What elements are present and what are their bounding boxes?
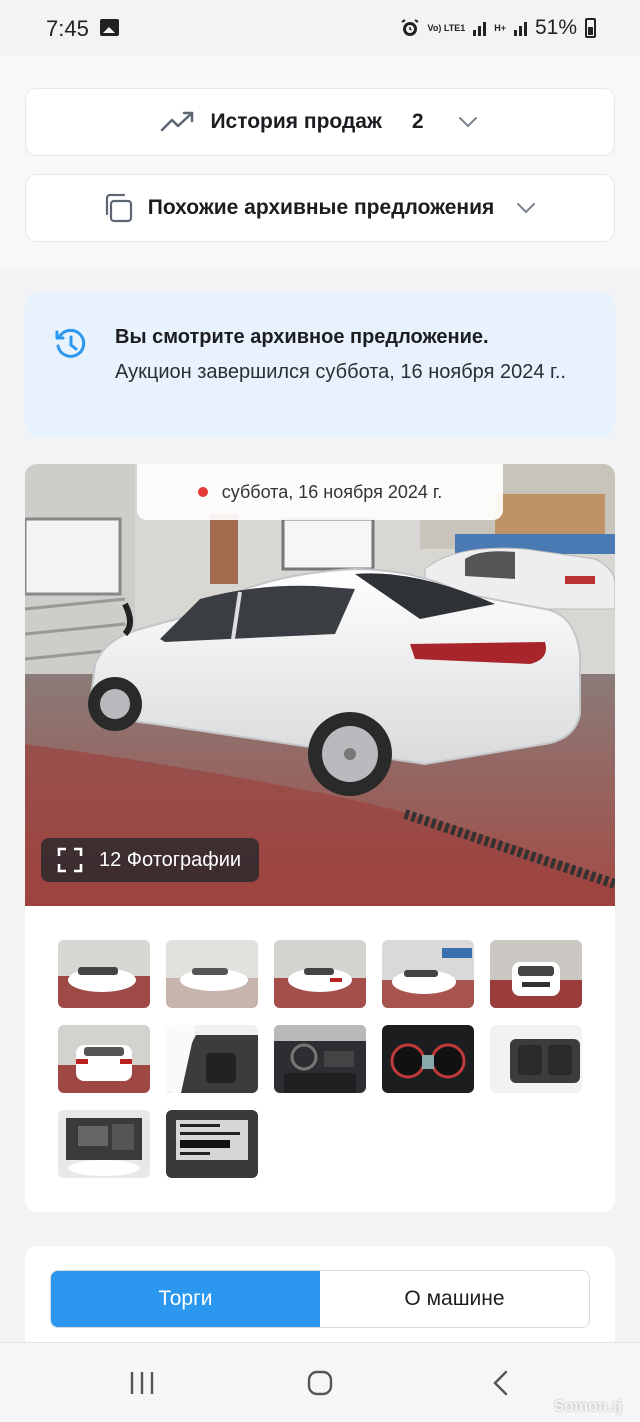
recent-apps-icon[interactable]: [128, 1369, 156, 1397]
thumbnail-1[interactable]: [58, 940, 150, 1008]
sales-history-accordion[interactable]: История продаж 2: [25, 88, 615, 156]
volte-label: Vo) LTE1: [427, 22, 466, 33]
tab-bidding[interactable]: Торги: [51, 1271, 320, 1327]
image-notification-icon: [100, 19, 119, 36]
home-icon[interactable]: [306, 1369, 334, 1397]
auction-date-pill: суббота, 16 ноября 2024 г.: [137, 464, 503, 520]
status-time: 7:45: [46, 16, 89, 41]
thumbnail-8[interactable]: [274, 1025, 366, 1093]
photo-count-button[interactable]: 12 Фотографии: [41, 838, 260, 882]
tab-about-car[interactable]: О машине: [320, 1271, 589, 1327]
thumbnail-9[interactable]: [382, 1025, 474, 1093]
thumbnail-10[interactable]: [490, 1025, 582, 1093]
sales-history-count: 2: [411, 110, 424, 133]
history-icon: [55, 328, 86, 358]
watermark-logo: Somon.tj: [553, 1398, 622, 1415]
thumbnail-6[interactable]: [58, 1025, 150, 1093]
photo-count-label: 12 Фотографии: [99, 848, 242, 871]
network-type-label: H+: [494, 22, 506, 33]
battery-icon: [585, 18, 596, 38]
battery-percent: 51%: [534, 16, 577, 39]
similar-archive-accordion[interactable]: Похожие архивные предложения: [25, 174, 615, 242]
back-icon[interactable]: [488, 1369, 516, 1397]
sales-history-label: История продаж: [210, 110, 382, 133]
trending-up-icon: [161, 111, 194, 132]
auction-date: суббота, 16 ноября 2024 г.: [221, 481, 443, 502]
alarm-icon: [400, 19, 419, 36]
thumbnail-2[interactable]: [166, 940, 258, 1008]
thumbnail-3[interactable]: [274, 940, 366, 1008]
signal-icon-2: [513, 20, 527, 36]
main-car-photo[interactable]: суббота, 16 ноября 2024 г. 12 Фотографии: [25, 464, 615, 906]
system-nav-bar: [0, 1342, 640, 1422]
fullscreen-icon: [57, 847, 83, 873]
chevron-down-icon: [517, 203, 536, 214]
chevron-down-icon: [458, 117, 477, 128]
thumbnail-5[interactable]: [490, 940, 582, 1008]
details-card: Торги О машине: [25, 1246, 615, 1346]
status-indicators: Vo) LTE1 H+ 51%: [400, 16, 596, 40]
similar-archive-label: Похожие архивные предложения: [147, 196, 495, 219]
archive-notice-body: Аукцион завершился суббота, 16 ноября 20…: [115, 361, 566, 383]
thumbnail-7[interactable]: [166, 1025, 258, 1093]
live-dot-icon: [197, 487, 208, 497]
segmented-tabs: Торги О машине: [50, 1270, 590, 1328]
archive-notice-title: Вы смотрите архивное предложение.: [115, 326, 489, 348]
copy-icon: [105, 193, 132, 223]
photo-gallery-card: суббота, 16 ноября 2024 г. 12 Фотографии: [25, 464, 615, 1212]
signal-icon: [473, 20, 487, 36]
status-bar: 7:45 Vo) LTE1 H+ 51%: [0, 0, 640, 56]
thumbnail-12[interactable]: [166, 1110, 258, 1178]
thumbnail-4[interactable]: [382, 940, 474, 1008]
thumbnail-11[interactable]: [58, 1110, 150, 1178]
